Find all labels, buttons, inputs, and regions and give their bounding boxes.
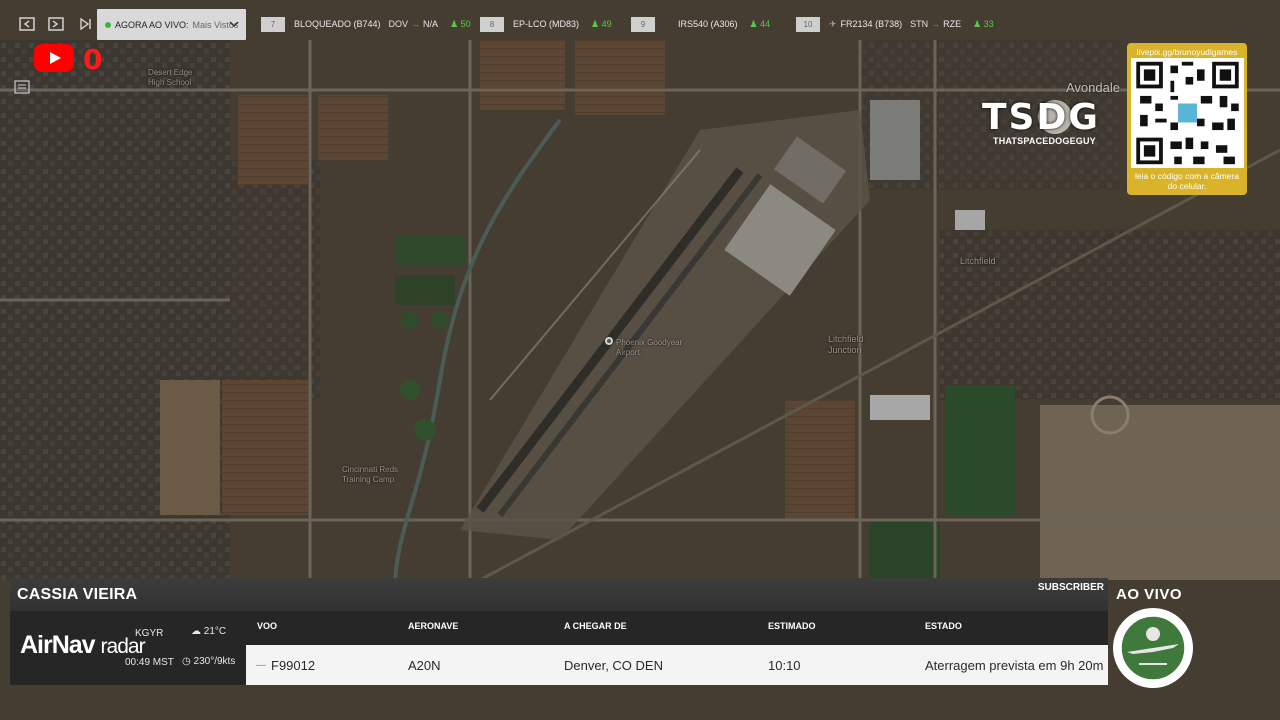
cell-arriving-from: Denver, CO DEN [564,658,663,673]
map-label-desert-edge: Desert Edge High School [148,68,193,87]
viewer-count-value: 33 [983,18,994,29]
flight-chip-10[interactable]: 10 ✈ FR2134 (B738) STN → RZE ♟ 33 [796,16,994,32]
flight-destination: RZE [943,19,962,29]
channel-logo: TSDG THATSPACEDOGEGUY [982,97,1112,147]
flight-chip-9[interactable]: 9 IRS540 (A306) ♟ 44 [631,16,770,32]
qr-caption: leia o código com a câmera do celular. [1135,171,1239,191]
airport-info-panel: CASSIA VIEIRA SUBSCRIBER AirNav radar KG… [10,578,1108,685]
cell-aircraft: A20N [408,658,441,673]
skip-next-icon[interactable] [77,16,93,32]
youtube-count: 0 [83,43,103,76]
cell-flight: F99012 [271,658,316,673]
status-indicator-icon: — [256,660,266,671]
local-time: 00:49 MST [125,657,174,668]
flight-destination: N/A [423,19,439,29]
live-label-badge: AO VIVO [1116,586,1183,603]
flight-rank: 8 [480,16,504,32]
panel-header: CASSIA VIEIRA SUBSCRIBER [10,578,1108,611]
youtube-icon [34,44,74,72]
viewer-count-value: 49 [601,18,612,29]
airport-code: KGYR [135,628,164,639]
flight-callsign: IRS540 (A306) [678,19,738,29]
list-icon[interactable] [14,80,30,94]
table-header: VOO AERONAVE A CHEGAR DE ESTIMADO ESTADO [246,611,1108,643]
flight-rank: 7 [261,16,285,32]
live-label: AGORA AO VIVO: [115,19,189,30]
viewer-count: ♟ 33 [973,18,994,29]
viewer-count-value: 44 [760,18,771,29]
airnav-radar-logo: AirNav radar [20,631,146,660]
map-label-litchfield: Litchfield [960,256,996,266]
flight-rank: 9 [631,16,655,32]
map-label-avondale: Avondale [1066,80,1120,95]
viewer-count-value: 50 [460,18,471,29]
viewer-count: ♟ 49 [591,18,612,29]
route-arrow-icon: → [931,19,941,29]
temperature: ☁ 21°C [191,626,226,637]
qr-code-icon [1130,58,1244,168]
wind-value: 230°/9kts [193,656,236,667]
flight-chip-8[interactable]: 8 EP-LCO (MD83) ♟ 49 [480,16,612,32]
flight-chip-7[interactable]: 7 BLOQUEADO (B744) DOV → N/A ♟ 50 [261,16,471,32]
expand-icon[interactable] [48,16,64,32]
streamer-name: CASSIA VIEIRA [17,585,138,603]
panel-body: AirNav radar KGYR 00:49 MST ☁ 21°C ◷ 230… [10,611,1108,685]
table-row[interactable]: — F99012 A20N Denver, CO DEN 10:10 Aterr… [246,645,1108,685]
cell-estimated: 10:10 [768,658,801,673]
map-label-airport: Phoenix Goodyear Airport [616,338,683,357]
header-aircraft: AERONAVE [408,621,459,631]
flight-strip: AGORA AO VIVO: Mais Vistos 7 BLOQUEADO (… [0,0,1280,46]
temperature-value: 21°C [203,626,227,637]
route-arrow-icon: → [411,19,421,29]
header-estimated: ESTIMADO [768,621,816,631]
weather-icon: ☁ [191,626,201,637]
flight-callsign: BLOQUEADO (B744) [294,19,381,29]
header-flight: VOO [257,621,278,631]
channel-badge-icon [1113,608,1193,688]
donation-qr-card: livepix.gg/brunoyudigames leia o código … [1127,43,1247,195]
flight-origin: STN [910,19,929,29]
header-status: ESTADO [925,621,962,631]
chevron-down-icon [229,21,239,28]
logo-text: TSDG [982,97,1100,138]
wind-icon: ◷ [182,656,191,667]
subscriber-label: SUBSCRIBER [1037,582,1104,593]
flight-callsign: EP-LCO (MD83) [513,19,580,29]
wind: ◷ 230°/9kts [182,656,235,667]
flight-origin: DOV [388,19,409,29]
viewer-count: ♟ 44 [749,18,771,29]
donation-url: livepix.gg/brunoyudigames [1136,47,1238,57]
viewer-count: ♟ 50 [450,18,471,29]
live-dot-icon [105,21,111,28]
flight-callsign: FR2134 (B738) [840,19,903,29]
live-sort-select[interactable]: AGORA AO VIVO: Mais Vistos [97,9,246,40]
header-arriving-from: A CHEGAR DE [564,621,627,631]
flight-rank: 10 [796,16,820,32]
brand-bold: AirNav [20,631,96,659]
plane-icon: ✈ [829,18,837,29]
map-label-litchfield-junction: Litchfield Junction [828,334,864,355]
cell-status: Aterragem prevista em 9h 20m [925,658,1104,673]
collapse-icon[interactable] [19,16,35,32]
map-label-training-camp: Cincinnati Reds Training Camp [342,465,399,484]
